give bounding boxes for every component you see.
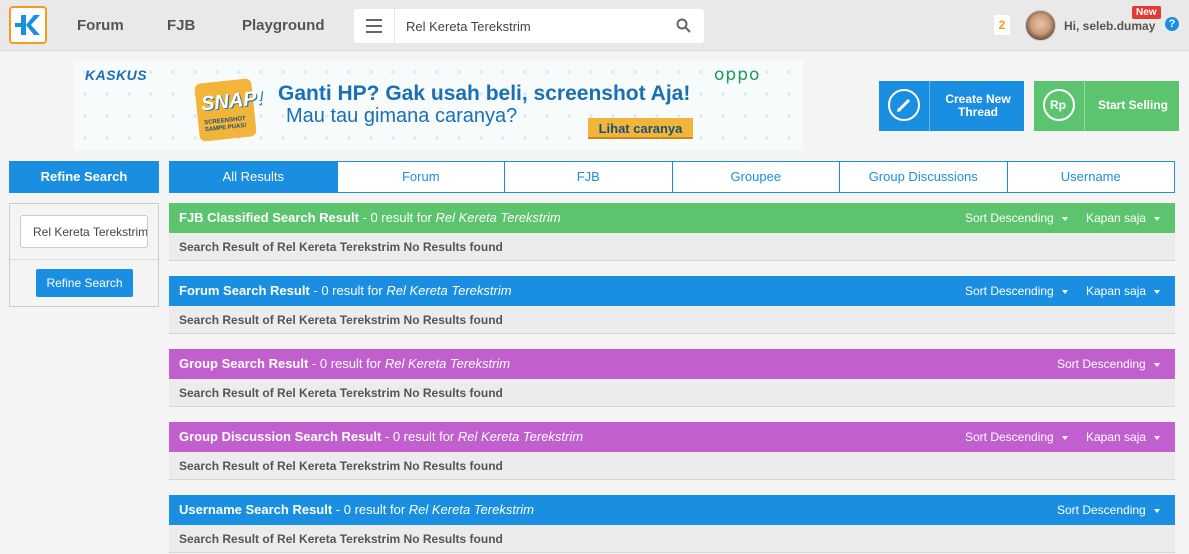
search-input[interactable] [398, 13, 658, 39]
result-tabs: All Results Forum FJB Groupee Group Disc… [169, 161, 1175, 193]
search-divider [394, 9, 395, 43]
caret-down-icon [1061, 216, 1068, 221]
sort-dropdown[interactable]: Sort Descending [965, 284, 1068, 298]
fjb-result-section: FJB Classified Search Result - 0 result … [169, 203, 1175, 261]
refine-search-panel: Refine Search [9, 203, 159, 307]
group-discussion-result-section: Group Discussion Search Result - 0 resul… [169, 422, 1175, 480]
section-empty-message: Search Result of Rel Kereta Terekstrim N… [169, 233, 1175, 261]
section-empty-message: Search Result of Rel Kereta Terekstrim N… [169, 452, 1175, 480]
banner-headline: Ganti HP? Gak usah beli, screenshot Aja! [278, 82, 691, 105]
section-header: Group Discussion Search Result - 0 resul… [169, 422, 1175, 452]
sort-dropdown[interactable]: Sort Descending [1057, 503, 1160, 517]
caret-down-icon [1061, 289, 1068, 294]
time-dropdown[interactable]: Kapan saja [1086, 284, 1161, 298]
pencil-icon [888, 89, 920, 121]
caret-down-icon [1061, 435, 1068, 440]
section-title: Username Search Result - 0 result for Re… [179, 502, 534, 517]
snap-badge: SNAP! SCREENSHOT SAMPE PUAS! [194, 78, 264, 142]
sell-icon-wrap: Rp [1034, 81, 1085, 131]
tab-fjb[interactable]: FJB [505, 161, 673, 193]
section-title: FJB Classified Search Result - 0 result … [179, 210, 561, 225]
group-result-section: Group Search Result - 0 result for Rel K… [169, 349, 1175, 407]
sort-dropdown[interactable]: Sort Descending [1057, 357, 1160, 371]
kaskus-k-icon [15, 15, 40, 35]
banner-cta-button[interactable]: Lihat caranya [588, 118, 693, 139]
section-empty-message: Search Result of Rel Kereta Terekstrim N… [169, 525, 1175, 553]
refine-search-button[interactable]: Refine Search [36, 269, 133, 297]
start-selling-button[interactable]: Rp Start Selling [1034, 81, 1179, 131]
section-title: Group Search Result - 0 result for Rel K… [179, 356, 511, 371]
banner-brand-oppo: oppo [714, 65, 761, 85]
refine-search-input[interactable] [20, 215, 148, 248]
kaskus-logo[interactable] [9, 6, 47, 44]
section-title: Forum Search Result - 0 result for Rel K… [179, 283, 512, 298]
sell-label: Start Selling [1097, 98, 1168, 112]
user-greeting[interactable]: Hi, seleb.dumay [1064, 19, 1155, 33]
sort-dropdown[interactable]: Sort Descending [965, 430, 1068, 444]
section-header: FJB Classified Search Result - 0 result … [169, 203, 1175, 233]
snap-badge-subtext: SCREENSHOT SAMPE PUAS! [203, 115, 247, 134]
notification-count[interactable]: 2 [994, 15, 1010, 35]
section-empty-message: Search Result of Rel Kereta Terekstrim N… [169, 379, 1175, 407]
caret-down-icon [1154, 289, 1161, 294]
promo-banner[interactable]: KASKUS oppo SNAP! SCREENSHOT SAMPE PUAS!… [74, 61, 803, 150]
new-badge: New [1132, 6, 1161, 19]
banner-brand-kaskus: KASKUS [85, 67, 148, 83]
top-navbar: Forum FJB Playground 2 Hi, seleb.dumay N… [0, 0, 1189, 51]
section-empty-message: Search Result of Rel Kereta Terekstrim N… [169, 306, 1175, 334]
tab-forum[interactable]: Forum [337, 161, 505, 193]
nav-playground[interactable]: Playground [242, 17, 325, 34]
create-new-thread-button[interactable]: Create New Thread [879, 81, 1024, 131]
time-dropdown[interactable]: Kapan saja [1086, 430, 1161, 444]
nav-forum[interactable]: Forum [77, 17, 124, 34]
create-label-line2: Thread [957, 105, 998, 119]
time-dropdown[interactable]: Kapan saja [1086, 211, 1161, 225]
tab-username[interactable]: Username [1007, 161, 1175, 193]
refine-divider [10, 259, 158, 260]
tab-groupee[interactable]: Groupee [672, 161, 840, 193]
rupiah-icon-text: Rp [1050, 98, 1066, 112]
rupiah-icon: Rp [1043, 89, 1075, 121]
forum-result-section: Forum Search Result - 0 result for Rel K… [169, 276, 1175, 334]
tab-all-results[interactable]: All Results [169, 161, 338, 193]
tab-group-discussions[interactable]: Group Discussions [840, 161, 1008, 193]
refine-search-header: Refine Search [9, 161, 159, 193]
sort-dropdown[interactable]: Sort Descending [965, 211, 1068, 225]
section-header: Forum Search Result - 0 result for Rel K… [169, 276, 1175, 306]
caret-down-icon [1153, 508, 1160, 513]
banner-subheadline: Mau tau gimana caranya? [286, 105, 518, 127]
caret-down-icon [1154, 435, 1161, 440]
username-result-section: Username Search Result - 0 result for Re… [169, 495, 1175, 553]
section-header: Username Search Result - 0 result for Re… [169, 495, 1175, 525]
avatar[interactable] [1025, 10, 1056, 41]
section-title: Group Discussion Search Result - 0 resul… [179, 429, 584, 444]
search-box [354, 9, 704, 43]
create-icon-wrap [879, 81, 930, 131]
hamburger-menu-icon[interactable] [366, 19, 382, 33]
caret-down-icon [1154, 216, 1161, 221]
section-header: Group Search Result - 0 result for Rel K… [169, 349, 1175, 379]
search-icon[interactable] [676, 18, 691, 33]
help-icon[interactable]: ? [1165, 17, 1179, 31]
nav-fjb[interactable]: FJB [167, 17, 195, 34]
caret-down-icon [1153, 362, 1160, 367]
